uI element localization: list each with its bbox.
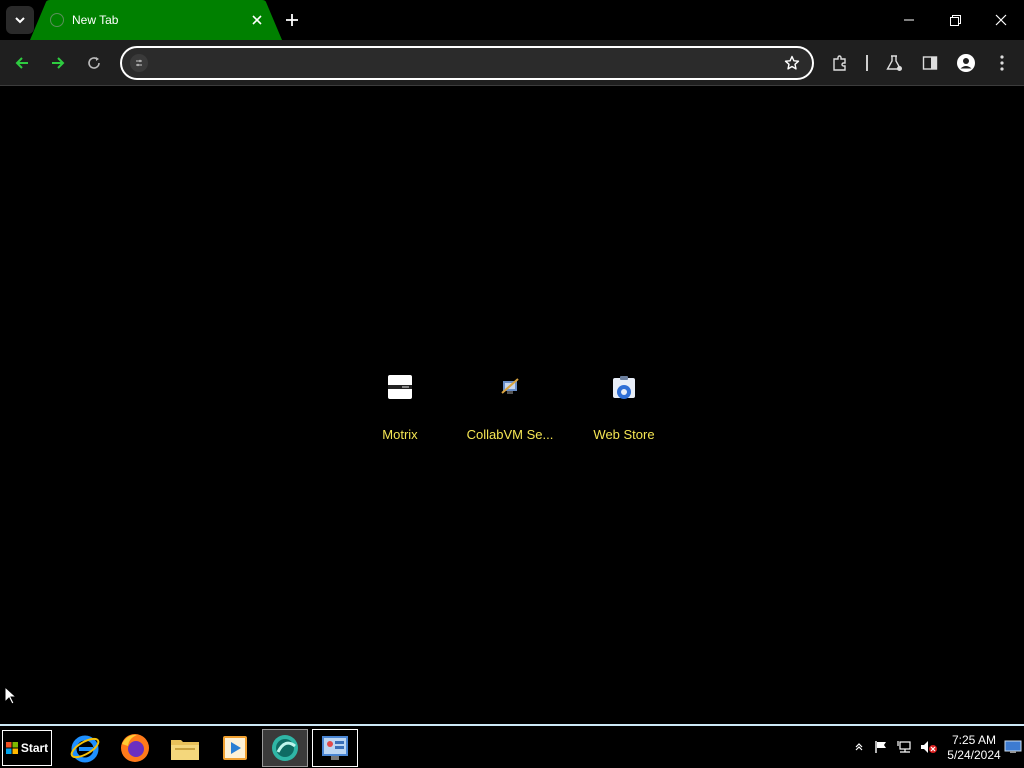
network-icon (897, 741, 911, 753)
shortcut-web-store[interactable]: Web Store (568, 367, 680, 451)
taskbar-file-explorer[interactable] (162, 729, 208, 767)
close-window-button[interactable] (978, 0, 1024, 40)
profile-button[interactable] (952, 49, 980, 77)
control-panel-icon (322, 736, 348, 760)
media-player-icon (223, 736, 247, 760)
restore-icon (949, 14, 961, 26)
tab-background (30, 0, 282, 40)
arrow-left-icon (15, 57, 28, 69)
minimize-button[interactable] (886, 0, 932, 40)
shortcut-collabvm[interactable]: CollabVM Se... (454, 367, 566, 451)
minimize-icon (904, 19, 914, 21)
taskbar: Start 7:25 AM 5/24/2024 (0, 724, 1024, 768)
clock-time: 7:25 AM (951, 733, 997, 747)
shortcut-label: CollabVM Se... (466, 427, 554, 442)
puzzle-icon (833, 55, 846, 71)
chevron-down-icon (15, 17, 25, 24)
browser-icon (272, 735, 298, 761)
start-label: Start (20, 741, 49, 755)
taskbar-browser[interactable] (262, 729, 308, 767)
taskbar-control-panel[interactable] (312, 729, 358, 767)
new-tab-button[interactable] (282, 10, 302, 30)
web-store-icon (613, 376, 635, 399)
taskbar-firefox[interactable] (112, 729, 158, 767)
firefox-icon (121, 734, 149, 762)
more-vertical-icon (1000, 55, 1004, 71)
shortcut-motrix[interactable]: Motrix (344, 367, 456, 451)
side-panel-button[interactable] (916, 49, 944, 77)
star-icon (784, 55, 800, 70)
reload-icon (88, 57, 100, 69)
close-icon (995, 14, 1007, 26)
network-button[interactable] (896, 738, 914, 756)
site-info-icon[interactable] (130, 54, 148, 72)
globe-icon (50, 13, 64, 27)
tab-new-tab[interactable]: New Tab (30, 0, 282, 40)
labs-button[interactable] (880, 49, 908, 77)
screen: New Tab Motrix CollabVM Se... Web Store … (0, 0, 1024, 768)
reload-button[interactable] (80, 49, 108, 77)
internet-explorer-icon (70, 735, 100, 763)
side-panel-icon (922, 56, 938, 70)
toolbar-divider (866, 55, 868, 71)
address-bar[interactable] (120, 46, 814, 80)
browser-toolbar (0, 40, 1024, 86)
shortcut-label: Web Store (593, 427, 655, 442)
clock-date: 5/24/2024 (947, 748, 1001, 762)
close-icon (252, 15, 262, 25)
back-button[interactable] (8, 49, 36, 77)
action-center-button[interactable] (872, 738, 890, 756)
restore-button[interactable] (932, 0, 978, 40)
forward-button[interactable] (44, 49, 72, 77)
flask-icon (886, 55, 902, 71)
file-explorer-icon (171, 740, 199, 760)
extensions-button[interactable] (826, 49, 854, 77)
new-tab-page: Motrix CollabVM Se... Web Store (0, 87, 1024, 724)
shortcut-label: Motrix (382, 427, 418, 442)
windows-logo-icon (5, 742, 18, 754)
menu-button[interactable] (988, 49, 1016, 77)
mouse-cursor-icon (4, 686, 18, 705)
collabvm-icon (501, 378, 519, 394)
motrix-icon (388, 375, 412, 399)
bookmark-star-button[interactable] (782, 53, 802, 73)
address-input[interactable] (156, 54, 756, 72)
tab-strip: New Tab (0, 0, 1024, 40)
plus-icon (286, 14, 298, 26)
volume-button[interactable] (920, 738, 938, 756)
taskbar-media-player[interactable] (212, 729, 258, 767)
chevron-up-icon (855, 743, 863, 751)
avatar-icon (957, 54, 975, 72)
show-desktop-icon[interactable] (1004, 740, 1022, 754)
show-hidden-icons-button[interactable] (850, 738, 868, 756)
clock[interactable]: 7:25 AM 5/24/2024 (944, 733, 1004, 763)
tab-close-button[interactable] (248, 11, 266, 29)
arrow-right-icon (52, 57, 65, 69)
start-button[interactable]: Start (2, 730, 52, 766)
volume-muted-icon (921, 741, 937, 753)
tab-title: New Tab (72, 13, 119, 27)
taskbar-internet-explorer[interactable] (62, 729, 108, 767)
flag-icon (875, 741, 886, 753)
